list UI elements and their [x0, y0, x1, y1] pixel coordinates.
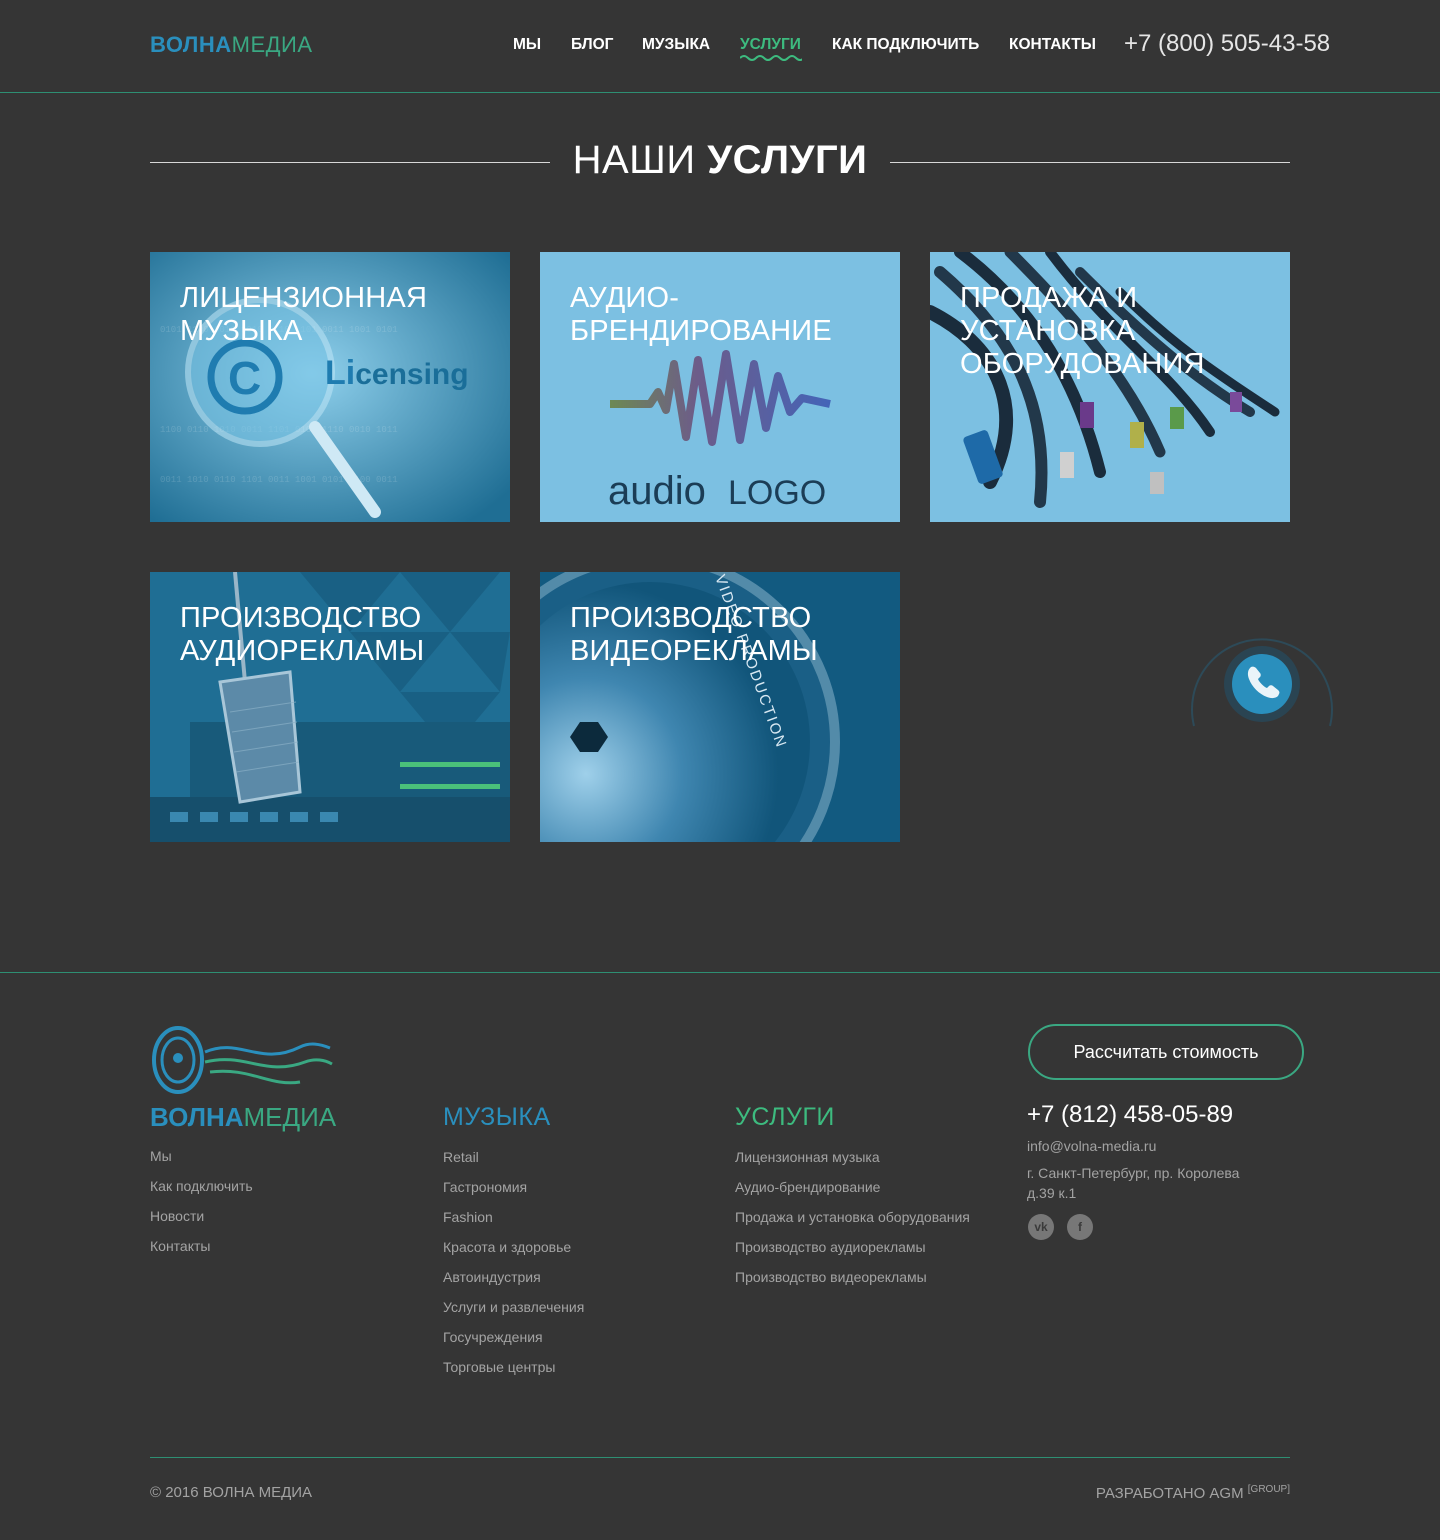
footer-music-link[interactable]: Услуги и развлечения [443, 1292, 584, 1322]
service-card-audio-ads[interactable]: ПРОИЗВОДСТВО АУДИОРЕКЛАМЫ [150, 572, 510, 842]
footer-service-link[interactable]: Аудио-брендирование [735, 1172, 970, 1202]
footer-bottom-divider [150, 1457, 1290, 1458]
card-title: ПРОИЗВОДСТВО ВИДЕОРЕКЛАМЫ [570, 602, 818, 667]
footer-link-contacts[interactable]: Контакты [150, 1231, 253, 1261]
footer-phone[interactable]: +7 (812) 458-05-89 [1027, 1101, 1233, 1129]
nav-item-my[interactable]: МЫ [513, 36, 541, 54]
footer-service-link[interactable]: Производство аудиорекламы [735, 1232, 970, 1262]
site-header: ВОЛНАМЕДИА МЫ БЛОГ МУЗЫКА УСЛУГИ КАК ПОД… [0, 0, 1440, 93]
copyright: © 2016 ВОЛНА МЕДИА [150, 1484, 313, 1501]
nav-item-services-label: УСЛУГИ [740, 36, 801, 53]
developer-sup: [GROUP] [1247, 1484, 1290, 1495]
footer-music-link[interactable]: Госучреждения [443, 1322, 584, 1352]
calculate-cost-button[interactable]: Рассчитать стоимость [1028, 1024, 1304, 1080]
footer-music-column: МУЗЫКА Retail Гастрономия Fashion Красот… [443, 1103, 584, 1382]
footer-service-link[interactable]: Лицензионная музыка [735, 1142, 970, 1172]
nav-item-blog[interactable]: БЛОГ [571, 36, 613, 54]
footer-service-link[interactable]: Продажа и установка оборудования [735, 1202, 970, 1232]
section-title: НАШИ УСЛУГИ [150, 136, 1290, 186]
service-card-video-ads[interactable]: VIDEO PRODUCTION ПРОИЗВОДСТВО ВИДЕОРЕКЛАМ… [540, 572, 900, 842]
card-title: ПРОИЗВОДСТВО АУДИОРЕКЛАМЫ [180, 602, 425, 667]
active-wave-underline [740, 55, 802, 61]
footer-brand-light: МЕДИА [243, 1102, 337, 1132]
footer-music-link[interactable]: Автоиндустрия [443, 1262, 584, 1292]
service-card-audio-branding[interactable]: audio LOGO АУДИО- БРЕНДИРОВАНИЕ [540, 252, 900, 522]
footer-address: г. Санкт-Петербург, пр. Королева д.39 к.… [1027, 1165, 1240, 1201]
nav-item-contacts[interactable]: КОНТАКТЫ [1009, 36, 1096, 54]
svg-text:Licensing: Licensing [325, 354, 469, 392]
footer-music-link[interactable]: Торговые центры [443, 1352, 584, 1382]
footer-link-connect[interactable]: Как подключить [150, 1171, 253, 1201]
footer-brand-bold: ВОЛНА [150, 1102, 244, 1132]
footer-music-link[interactable]: Гастрономия [443, 1172, 584, 1202]
footer-music-link[interactable]: Fashion [443, 1202, 584, 1232]
service-card-equipment[interactable]: ПРОДАЖА И УСТАНОВКА ОБОРУДОВАНИЯ [930, 252, 1290, 522]
nav-item-connect[interactable]: КАК ПОДКЛЮЧИТЬ [832, 36, 979, 54]
developer-name: РАЗРАБОТАНО AGM [1095, 1485, 1244, 1502]
title-light: НАШИ [572, 138, 696, 182]
footer-link-my[interactable]: Мы [150, 1141, 253, 1171]
facebook-icon[interactable]: f [1067, 1214, 1093, 1240]
audio-logo-text-b: LOGO [728, 474, 826, 512]
card-title: АУДИО- БРЕНДИРОВАНИЕ [570, 282, 832, 347]
footer-music-heading[interactable]: МУЗЫКА [443, 1103, 584, 1132]
page-title: НАШИ УСЛУГИ [150, 138, 1290, 183]
title-bold: УСЛУГИ [707, 138, 868, 182]
svg-text:C: C [228, 352, 261, 404]
nav-item-music[interactable]: МУЗЫКА [642, 36, 710, 54]
footer-nav: Мы Как подключить Новости Контакты [150, 1141, 253, 1261]
card-title: ЛИЦЕНЗИОННАЯ МУЗЫКА [180, 282, 428, 347]
footer-divider [0, 972, 1440, 973]
footer-email[interactable]: info@volna-media.ru [1027, 1138, 1156, 1154]
footer-logo-icon[interactable] [150, 1022, 335, 1097]
developer-credit[interactable]: РАЗРАБОТАНО AGM [GROUP] [1096, 1484, 1290, 1502]
callback-button[interactable] [1184, 606, 1340, 762]
service-card-licensing[interactable]: 0101 1100 0011 1010 0110 1101 0011 1001 … [150, 252, 510, 522]
footer-link-news[interactable]: Новости [150, 1201, 253, 1231]
header-phone[interactable]: +7 (800) 505-43-58 [1124, 30, 1330, 58]
card-title: ПРОДАЖА И УСТАНОВКА ОБОРУДОВАНИЯ [960, 282, 1205, 380]
vk-icon[interactable]: vk [1028, 1214, 1054, 1240]
footer-music-link[interactable]: Красота и здоровье [443, 1232, 584, 1262]
footer-service-link[interactable]: Производство видеорекламы [735, 1262, 970, 1292]
footer-brand: ВОЛНАМЕДИА [150, 1102, 336, 1133]
nav-item-services[interactable]: УСЛУГИ [740, 36, 802, 61]
footer-services-column: УСЛУГИ Лицензионная музыка Аудио-брендир… [735, 1103, 970, 1292]
audio-logo-text-a: audio [608, 469, 706, 513]
footer-services-heading[interactable]: УСЛУГИ [735, 1103, 970, 1132]
licensing-image-text: censing [355, 358, 468, 391]
footer-music-link[interactable]: Retail [443, 1142, 584, 1172]
